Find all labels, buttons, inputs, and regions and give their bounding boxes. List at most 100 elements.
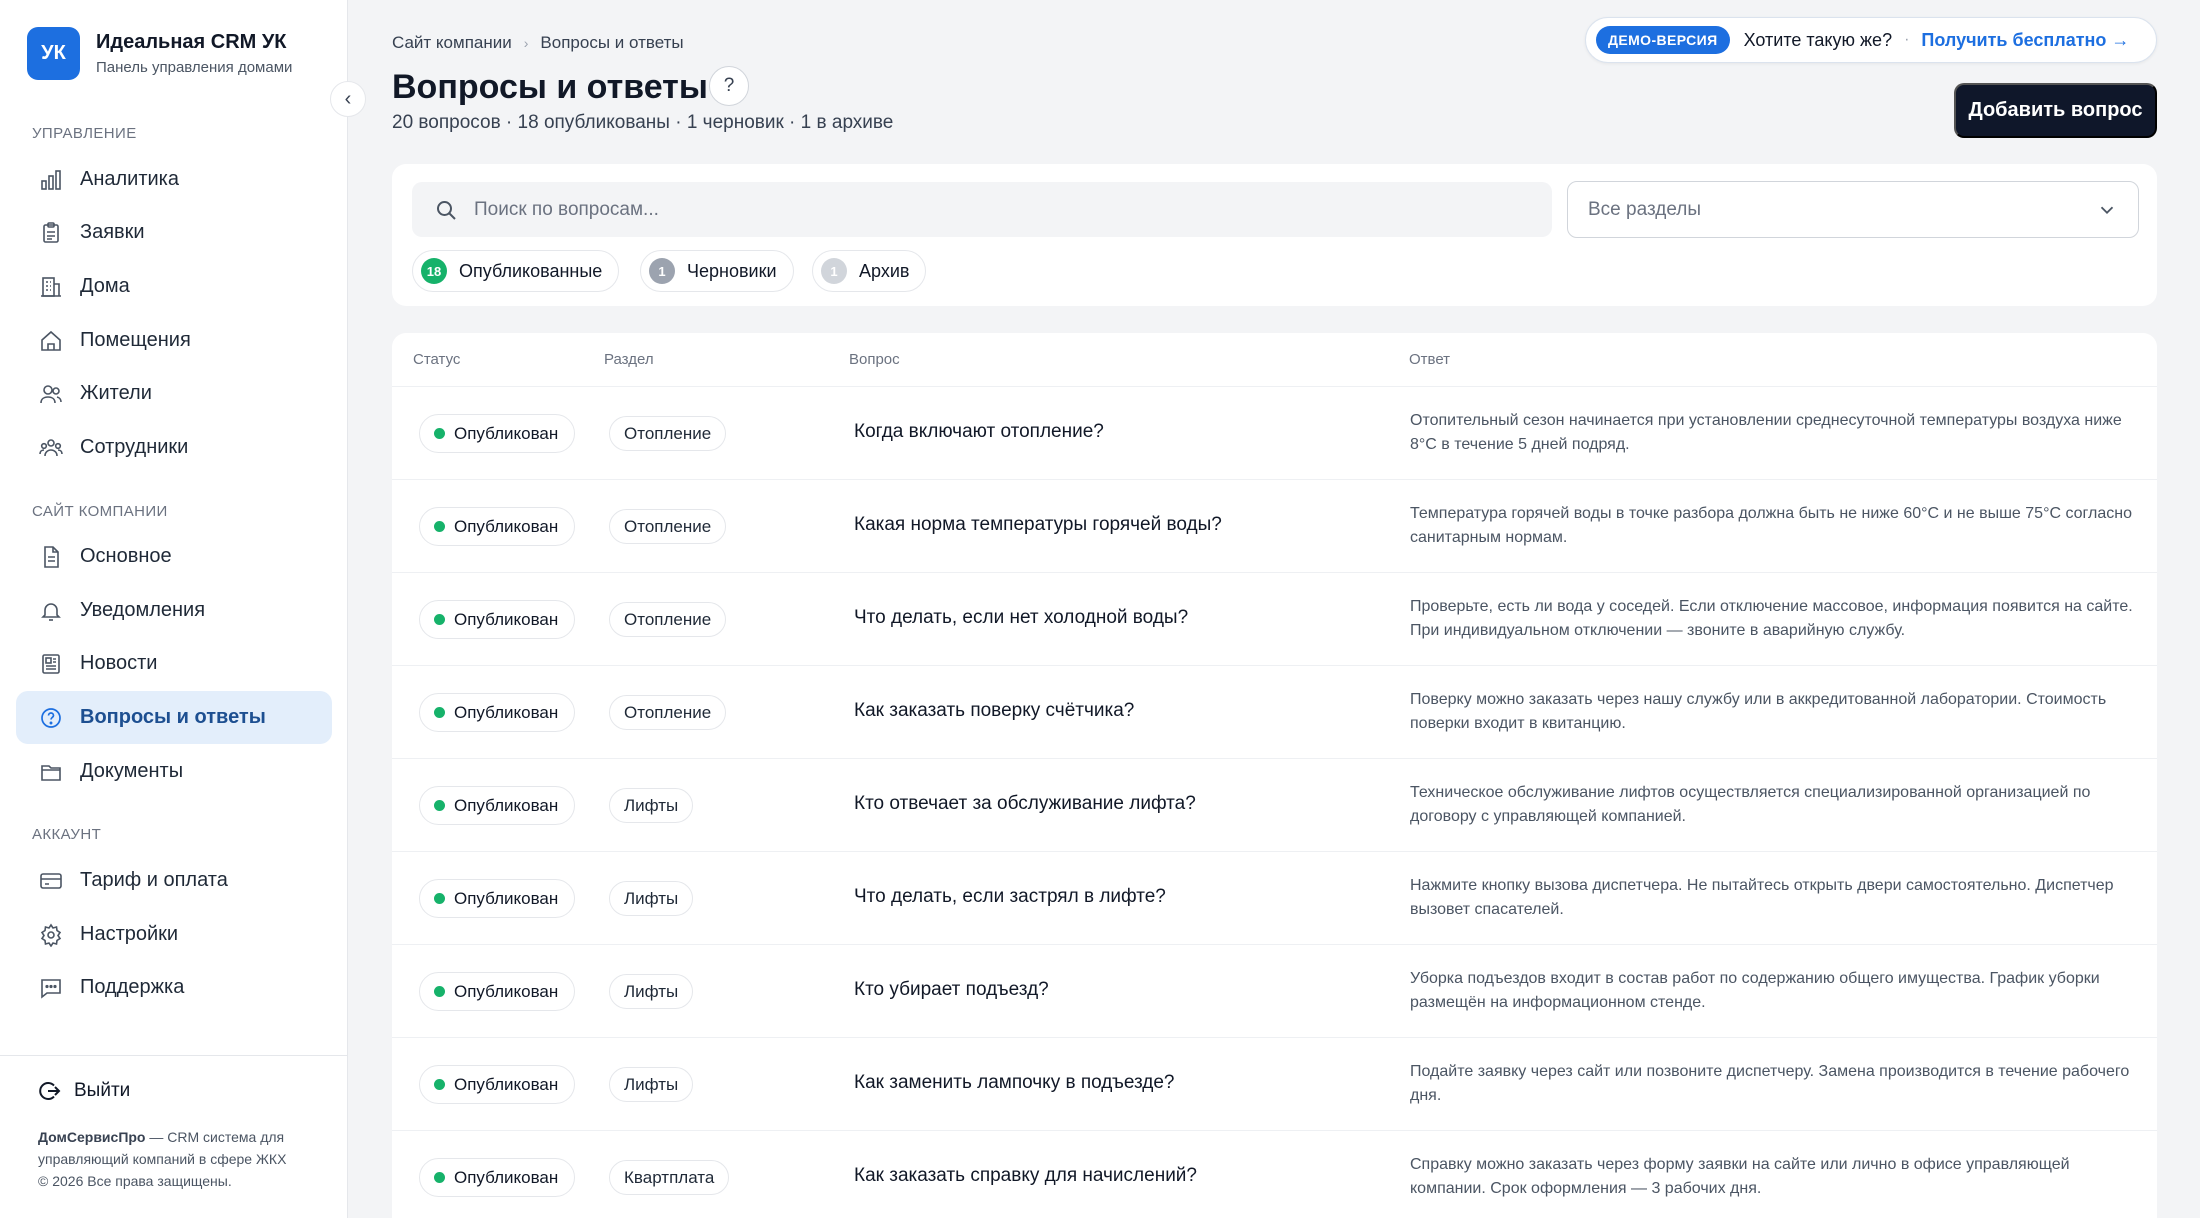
answer-text: Уборка подъездов входит в состав работ п… [1410,970,2100,1011]
brand[interactable]: УК Идеальная CRM УК Панель управления до… [27,27,292,80]
filter-panel: Все разделы 18 Опубликованные 1 Черновик… [392,164,2157,306]
status-label: Опубликован [454,1074,559,1094]
status-dot-icon [434,893,445,904]
search-icon [437,200,456,220]
page-summary: 20 вопросов · 18 опубликованы · 1 чернов… [392,112,894,133]
sidebar-item-faq[interactable]: Вопросы и ответы [16,691,332,744]
table-row[interactable]: Опубликован Отопление Что делать, если нет… [392,572,2157,665]
sidebar-item-premises[interactable]: Помещения [16,314,332,367]
status-label: Опубликован [454,423,559,443]
section-label-management: УПРАВЛЕНИЕ [32,125,137,142]
sidebar-item-support[interactable]: Поддержка [16,961,332,1014]
chip-label: Архив [859,260,910,281]
help-circle-icon [38,705,64,731]
status-badge: Опубликован [419,1065,576,1104]
answer-text: Справку можно заказать через форму заявк… [1410,1156,2070,1197]
sidebar-item-staff[interactable]: Сотрудники [16,421,332,474]
sidebar-footer: Выйти ДомСервисПро — CRM система для упр… [0,1055,348,1218]
sidebar-item-label: Дома [80,275,130,297]
question-text[interactable]: Кто убирает подъезд? [854,979,1049,1001]
logout-label: Выйти [74,1080,131,1101]
sidebar-item-label: Поддержка [80,976,185,998]
status-dot-icon [434,428,445,439]
status-label: Опубликован [454,1167,559,1187]
question-text[interactable]: Что делать, если застрял в лифте? [854,886,1166,908]
add-question-button[interactable]: Добавить вопрос [1954,83,2157,138]
sidebar-item-news[interactable]: Новости [16,637,332,690]
sidebar-item-label: Настройки [80,923,179,945]
gear-icon [38,922,64,948]
sidebar-item-requests[interactable]: Заявки [16,206,332,259]
answer-text: Проверьте, есть ли вода у соседей. Если … [1410,598,2133,639]
sidebar-item-analytics[interactable]: Аналитика [16,153,332,206]
table-row[interactable]: Опубликован Лифты Что делать, если застрял… [392,851,2157,944]
bell-icon [38,598,64,624]
question-text[interactable]: Кто отвечает за обслуживание лифта? [854,793,1196,815]
sidebar-item-notifications[interactable]: Уведомления [16,584,332,637]
section-label-account: АККАУНТ [32,826,102,843]
chip-label: Черновики [687,260,777,281]
status-label: Опубликован [454,516,559,536]
question-text[interactable]: Что делать, если нет холодной воды? [854,607,1188,629]
answer-text: Отопительный сезон начинается при устано… [1410,412,2122,453]
logout-button[interactable]: Выйти [36,1078,130,1104]
help-button[interactable]: ? [709,66,749,106]
filter-chip-archive[interactable]: 1 Архив [812,250,927,292]
column-header-section: Раздел [604,351,654,368]
breadcrumb-item-site[interactable]: Сайт компании [392,33,512,53]
table-row[interactable]: Опубликован Квартплата Как заказать справк… [392,1130,2157,1218]
section-label-website: САЙТ КОМПАНИИ [32,503,168,520]
page-title: Вопросы и ответы [392,68,708,106]
category-badge: Лифты [609,881,694,916]
filter-chip-drafts[interactable]: 1 Черновики [640,250,794,292]
sidebar-item-billing[interactable]: Тариф и оплата [16,854,332,907]
chevron-left-icon: ‹ [344,87,352,110]
category-badge: Отопление [609,416,727,451]
column-header-status: Статус [413,351,461,368]
table-row[interactable]: Опубликован Отопление Какая норма температ… [392,479,2157,572]
question-text[interactable]: Какая норма температуры горячей воды? [854,514,1222,536]
status-label: Опубликован [454,888,559,908]
home-icon [38,328,64,354]
question-icon: ? [723,75,735,96]
search-input[interactable] [474,198,1474,221]
sidebar-item-label: Тариф и оплата [80,869,228,891]
column-header-answer: Ответ [1409,351,1451,368]
status-dot-icon [434,521,445,532]
table-row[interactable]: Опубликован Лифты Кто убирает подъезд? Убор… [392,944,2157,1037]
sidebar-item-label: Заявки [80,221,145,243]
sidebar-item-settings[interactable]: Настройки [16,908,332,961]
category-badge: Отопление [609,509,727,544]
sidebar-item-label: Основное [80,545,172,567]
collapse-sidebar-button[interactable]: ‹ [330,81,366,117]
sidebar-item-houses[interactable]: Дома [16,260,332,313]
status-dot-icon [434,614,445,625]
sidebar-item-general[interactable]: Основное [16,530,332,583]
get-free-link[interactable]: Получить бесплатно → [1921,30,2129,51]
filter-chip-published[interactable]: 18 Опубликованные [412,250,620,292]
sidebar-item-label: Помещения [80,329,191,351]
sidebar-item-label: Аналитика [80,168,179,190]
sidebar-item-documents[interactable]: Документы [16,745,332,798]
breadcrumb-item-current: Вопросы и ответы [540,33,684,52]
question-text[interactable]: Когда включают отопление? [854,421,1104,443]
section-select[interactable]: Все разделы [1567,181,2139,238]
table-row[interactable]: Опубликован Отопление Когда включают отопл… [392,386,2157,479]
table-row[interactable]: Опубликован Лифты Кто отвечает за обслужив… [392,758,2157,851]
footer-rights: © 2026 Все права защищены. [38,1173,232,1189]
file-icon [38,544,64,570]
status-badge: Опубликован [419,600,576,639]
sidebar-item-residents[interactable]: Жители [16,367,332,420]
logo: УК [27,27,80,80]
question-text[interactable]: Как заказать поверку счётчика? [854,700,1134,722]
chip-count: 1 [649,258,675,284]
table-row[interactable]: Опубликован Отопление Как заказать поверку… [392,665,2157,758]
status-badge: Опубликован [419,1158,576,1197]
table-row[interactable]: Опубликован Лифты Как заменить лампочку в … [392,1037,2157,1130]
category-badge: Лифты [609,974,694,1009]
status-dot-icon [434,986,445,997]
footer-copyright: ДомСервисПро — CRM система для управляющ… [38,1126,328,1192]
search-box[interactable] [412,182,1552,237]
question-text[interactable]: Как заменить лампочку в подъезде? [854,1072,1175,1094]
question-text[interactable]: Как заказать справку для начислений? [854,1165,1197,1187]
